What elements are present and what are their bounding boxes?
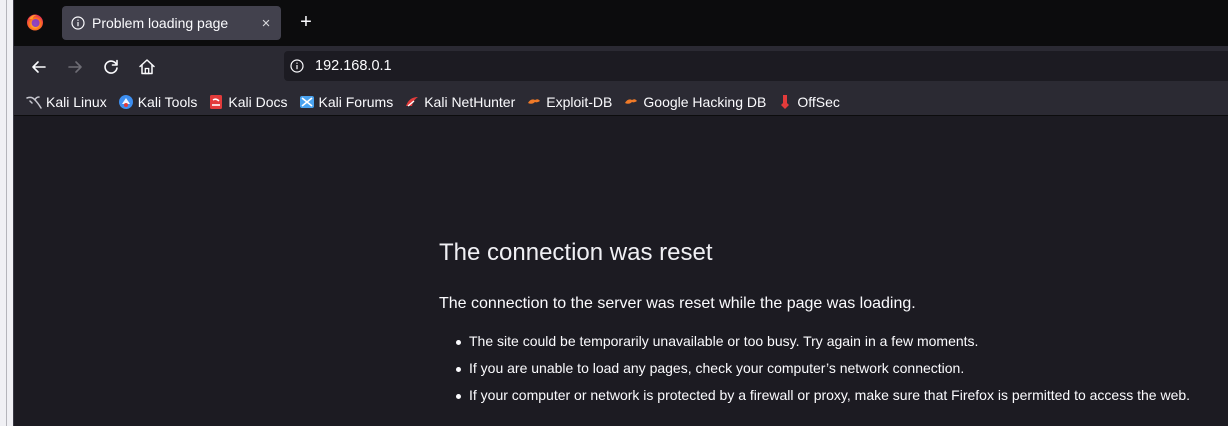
bookmark-label: OffSec — [797, 93, 840, 110]
bookmark-exploit-db[interactable]: Exploit-DB — [526, 94, 612, 110]
url-text[interactable]: 192.168.0.1 — [315, 58, 392, 74]
bookmark-label: Google Hacking DB — [643, 93, 767, 110]
kali-tools-icon — [118, 94, 133, 109]
bookmark-google-hacking-db[interactable]: Google Hacking DB — [623, 94, 766, 110]
bookmark-label: Kali Linux — [46, 93, 107, 110]
new-tab-button[interactable]: + — [295, 11, 317, 33]
tab-strip: Problem loading page × + — [14, 0, 1228, 46]
bookmark-label: Exploit-DB — [546, 93, 613, 110]
bookmark-kali-forums[interactable]: Kali Forums — [299, 93, 394, 110]
exploit-db-icon — [528, 98, 541, 104]
kali-dragon-icon — [26, 95, 42, 109]
tab-title: Problem loading page — [92, 15, 229, 31]
bookmark-offsec[interactable]: OffSec — [777, 94, 840, 110]
bookmark-kali-tools[interactable]: Kali Tools — [118, 93, 198, 110]
bookmark-label: Kali Forums — [318, 93, 394, 110]
nav-bar: 192.168.0.1 — [14, 46, 1228, 88]
url-bar[interactable]: 192.168.0.1 — [284, 51, 1228, 81]
ghdb-icon — [625, 98, 638, 104]
reload-icon[interactable] — [99, 55, 123, 79]
tab-close-icon[interactable]: × — [251, 6, 281, 40]
kali-docs-icon — [210, 94, 223, 109]
bookmark-kali-linux[interactable]: Kali Linux — [26, 94, 107, 110]
home-icon[interactable] — [135, 55, 159, 79]
firefox-icon[interactable] — [26, 13, 44, 31]
forward-arrow-icon[interactable] — [63, 55, 87, 79]
error-title: The connection was reset — [439, 239, 713, 266]
list-item: If your computer or network is protected… — [438, 386, 1218, 405]
info-icon — [71, 16, 85, 30]
browser-window: Problem loading page × + 192.168.0.1 Kal… — [0, 0, 1228, 426]
error-description: The connection to the server was reset w… — [439, 295, 916, 312]
bookmark-label: Kali Tools — [137, 93, 198, 110]
bookmarks-toolbar: Kali Linux Kali Tools Kali Docs Kali For… — [14, 88, 1228, 116]
error-suggestions: The site could be temporarily unavailabl… — [438, 332, 1218, 413]
window-edge — [0, 0, 14, 426]
list-item: If you are unable to load any pages, che… — [438, 359, 1218, 378]
kali-forums-icon — [299, 95, 314, 108]
bookmark-kali-nethunter[interactable]: Kali NetHunter — [404, 94, 515, 110]
bookmark-label: Kali Docs — [228, 93, 288, 110]
tab-active[interactable]: Problem loading page × — [62, 6, 281, 40]
bookmark-kali-docs[interactable]: Kali Docs — [208, 93, 288, 110]
back-arrow-icon[interactable] — [27, 55, 51, 79]
list-item: The site could be temporarily unavailabl… — [438, 332, 1218, 351]
site-info-icon[interactable] — [290, 59, 304, 73]
offsec-icon — [781, 94, 790, 109]
bookmark-label: Kali NetHunter — [424, 93, 516, 110]
kali-nethunter-icon — [406, 96, 419, 107]
